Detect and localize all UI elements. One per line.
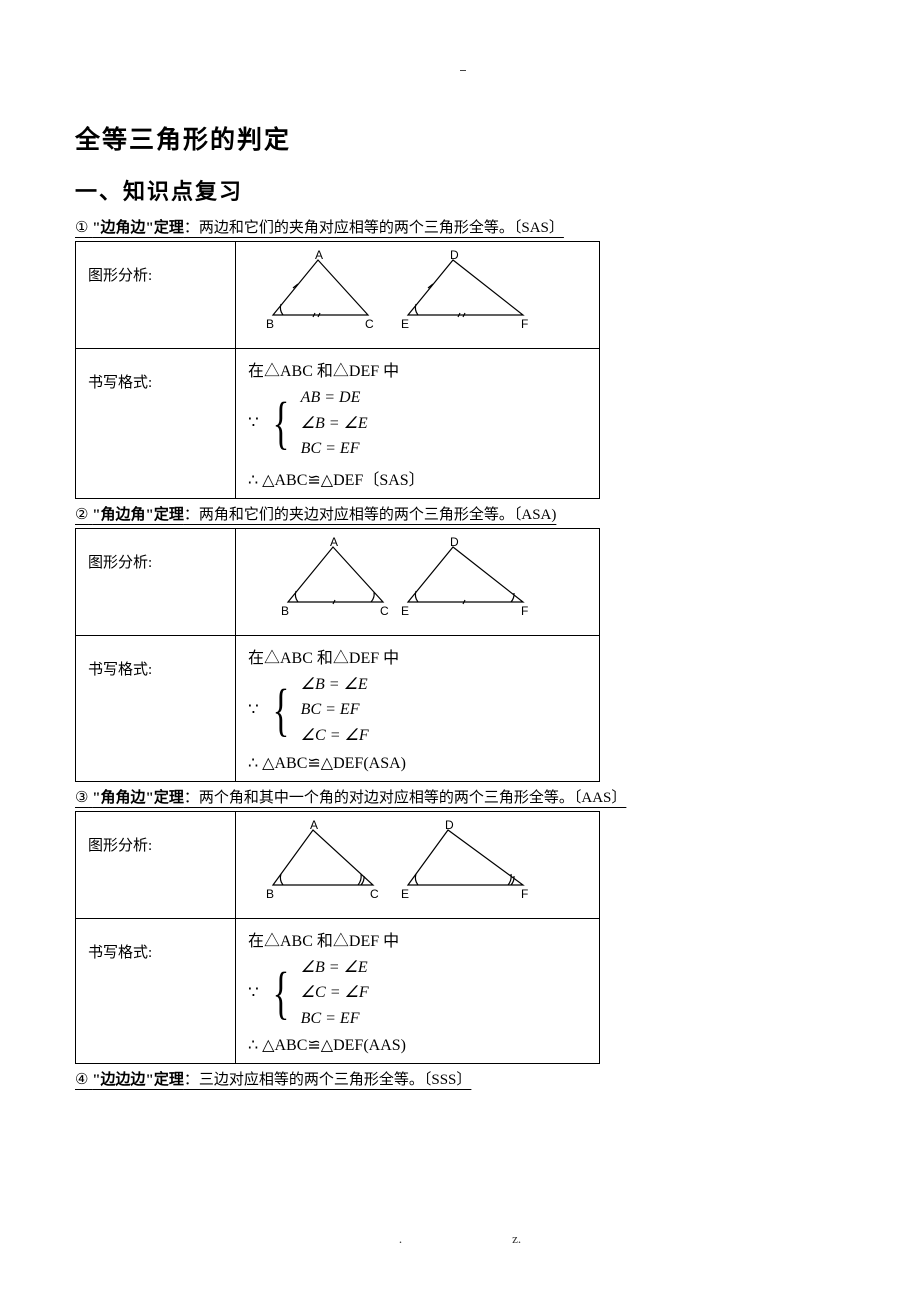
cond-line-2: ∠C = ∠F: [301, 980, 369, 1006]
triangle-diagram-sas-icon: A B C D E F: [248, 250, 548, 332]
triangle-diagram-aas-icon: A B C D E F: [248, 820, 548, 902]
format-cell: 在△ABC 和△DEF 中 ∵ { ∠B = ∠E BC = EF ∠C = ∠…: [236, 635, 600, 781]
theorem-num: ③: [75, 790, 88, 806]
row-label-format: 书写格式:: [76, 635, 236, 781]
svg-text:D: D: [445, 820, 454, 832]
row-label-format: 书写格式:: [76, 349, 236, 499]
because-symbol: ∵: [248, 413, 261, 433]
theorem-desc: ：两角和它们的夹边对应相等的两个三角形全等。〔ASA): [184, 507, 557, 523]
cond-line-2: BC = EF: [301, 697, 369, 723]
cond-line-3: BC = EF: [301, 1006, 369, 1032]
svg-text:E: E: [401, 604, 409, 618]
footer-dot-left: .: [399, 1231, 402, 1246]
conclusion-text: ∴ △ABC≌△DEF〔SAS〕: [248, 466, 587, 490]
svg-text:C: C: [365, 317, 374, 331]
triangle-diagram-asa-icon: A B C D E F: [248, 537, 548, 619]
diagram-cell: A B C D E F: [236, 528, 600, 635]
cond-line-1: ∠B = ∠E: [301, 672, 369, 698]
svg-text:F: F: [521, 317, 528, 331]
theorem-table-aas: 图形分析: A B C D E F: [75, 811, 600, 1065]
left-brace-icon: {: [272, 681, 289, 739]
svg-text:D: D: [450, 250, 459, 262]
svg-text:B: B: [281, 604, 289, 618]
theorem-table-asa: 图形分析: A B C D E F: [75, 528, 600, 782]
theorem-name: "边边边"定理: [92, 1072, 184, 1088]
cond-line-3: ∠C = ∠F: [301, 723, 369, 749]
conclusion-text: ∴ △ABC≌△DEF(ASA): [248, 753, 587, 773]
cond-line-1: AB = DE: [301, 385, 368, 411]
page-footer: . z.: [0, 1231, 920, 1247]
conclusion-text: ∴ △ABC≌△DEF(AAS): [248, 1035, 587, 1055]
diagram-cell: A B C D E F: [236, 242, 600, 349]
row-label-diagram: 图形分析:: [76, 528, 236, 635]
theorem-desc: ：三边对应相等的两个三角形全等。〔SSS〕: [184, 1072, 472, 1088]
svg-text:B: B: [266, 317, 274, 331]
svg-text:A: A: [315, 250, 323, 262]
theorem-table-sas: 图形分析: A B C D E F: [75, 241, 600, 499]
row-label-format: 书写格式:: [76, 918, 236, 1064]
theorem-line-sas: ① "边角边"定理：两边和它们的夹角对应相等的两个三角形全等。〔SAS〕: [75, 216, 845, 237]
format-cell: 在△ABC 和△DEF 中 ∵ { ∠B = ∠E ∠C = ∠F BC = E…: [236, 918, 600, 1064]
theorem-desc: ：两边和它们的夹角对应相等的两个三角形全等。〔SAS〕: [184, 220, 564, 236]
section-heading: 一、知识点复习: [75, 174, 845, 206]
svg-text:C: C: [370, 887, 379, 901]
svg-text:C: C: [380, 604, 389, 618]
svg-text:B: B: [266, 887, 274, 901]
row-label-diagram: 图形分析:: [76, 811, 236, 918]
header-dash: [460, 70, 466, 71]
given-text: 在△ABC 和△DEF 中: [248, 644, 587, 668]
svg-text:A: A: [310, 820, 318, 832]
theorem-line-sss: ④ "边边边"定理：三边对应相等的两个三角形全等。〔SSS〕: [75, 1068, 845, 1089]
row-label-diagram: 图形分析:: [76, 242, 236, 349]
diagram-cell: A B C D E F: [236, 811, 600, 918]
theorem-desc: ：两个角和其中一个角的对边对应相等的两个三角形全等。〔AAS〕: [184, 790, 627, 806]
svg-text:E: E: [401, 887, 409, 901]
theorem-line-asa: ② "角边角"定理：两角和它们的夹边对应相等的两个三角形全等。〔ASA): [75, 503, 845, 524]
cond-line-3: BC = EF: [301, 436, 368, 462]
theorem-name: "角边角"定理: [92, 507, 184, 523]
theorem-name: "角角边"定理: [92, 790, 184, 806]
footer-z: z.: [512, 1231, 521, 1246]
cond-line-2: ∠B = ∠E: [301, 411, 368, 437]
because-symbol: ∵: [248, 983, 261, 1003]
left-brace-icon: {: [272, 394, 289, 452]
left-brace-icon: {: [272, 964, 289, 1022]
theorem-name: "边角边"定理: [92, 220, 184, 236]
theorem-num: ①: [75, 220, 88, 236]
svg-text:D: D: [450, 537, 459, 549]
document-title: 全等三角形的判定: [75, 120, 845, 156]
svg-text:F: F: [521, 887, 528, 901]
theorem-num: ④: [75, 1072, 88, 1088]
because-symbol: ∵: [248, 700, 261, 720]
svg-text:E: E: [401, 317, 409, 331]
cond-line-1: ∠B = ∠E: [301, 955, 369, 981]
svg-text:F: F: [521, 604, 528, 618]
page-root: 全等三角形的判定 一、知识点复习 ① "边角边"定理：两边和它们的夹角对应相等的…: [0, 0, 920, 1302]
given-text: 在△ABC 和△DEF 中: [248, 357, 587, 381]
theorem-line-aas: ③ "角角边"定理：两个角和其中一个角的对边对应相等的两个三角形全等。〔AAS〕: [75, 786, 845, 807]
given-text: 在△ABC 和△DEF 中: [248, 927, 587, 951]
svg-text:A: A: [330, 537, 338, 549]
theorem-num: ②: [75, 507, 88, 523]
format-cell: 在△ABC 和△DEF 中 ∵ { AB = DE ∠B = ∠E BC = E…: [236, 349, 600, 499]
